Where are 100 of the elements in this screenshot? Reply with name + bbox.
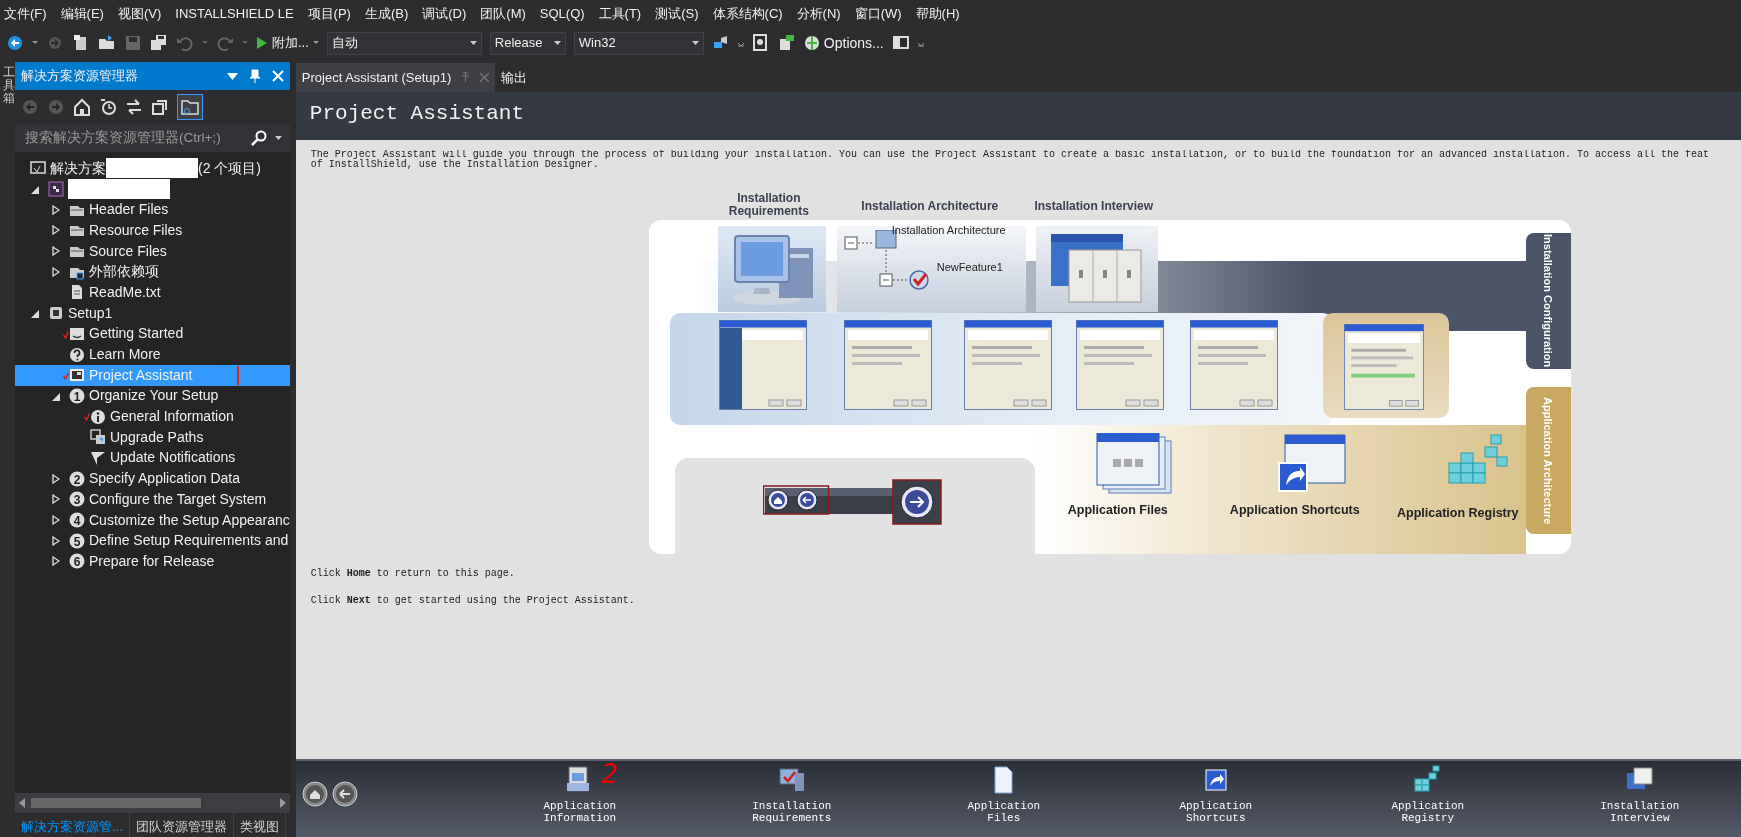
attach-button[interactable]: 附加...	[256, 33, 319, 53]
sync-icon[interactable]	[125, 98, 143, 116]
expanded-arrow-icon[interactable]	[30, 184, 39, 195]
menu-item[interactable]: 编辑(E)	[56, 0, 114, 26]
collapse-icon[interactable]	[151, 98, 169, 116]
navigation-item[interactable]: Installation Requirements	[701, 761, 882, 824]
redo-icon[interactable]	[216, 34, 234, 52]
configuration-dropdown[interactable]: 自动	[326, 31, 482, 55]
diagram-label[interactable]: Application Shortcuts	[1224, 501, 1365, 520]
stacked-windows-icon[interactable]	[1094, 433, 1175, 495]
tree-item[interactable]: 6 Prepare for Release	[15, 551, 290, 572]
menu-item[interactable]: 调试(D)	[418, 0, 477, 26]
caret-icon[interactable]	[274, 136, 282, 140]
back-button[interactable]	[331, 781, 358, 807]
caret-icon	[553, 41, 561, 45]
tree-label: ReadMe.txt	[89, 282, 161, 302]
side-tab[interactable]: Installation Configuration	[1525, 233, 1571, 369]
save-icon[interactable]	[124, 34, 142, 52]
platform-dropdown[interactable]: Win32	[573, 31, 704, 55]
tree-item[interactable]: 2 Specify Application Data	[15, 468, 290, 489]
menu-item[interactable]: 团队(M)	[476, 0, 536, 26]
tree-label: Upgrade Paths	[110, 427, 204, 447]
navigation-item[interactable]: Application Shortcuts	[1125, 761, 1306, 824]
tree-item[interactable]: ReadMe.txt	[15, 282, 290, 303]
tree-item[interactable]: Setup1	[15, 302, 290, 324]
scroll-left-icon[interactable]	[19, 798, 25, 808]
menu-item[interactable]: 窗口(W)	[850, 0, 912, 26]
open-folder-icon[interactable]	[98, 34, 116, 52]
toolbox-tab[interactable]: 工具箱	[3, 66, 15, 106]
scrollbar-thumb[interactable]	[31, 798, 201, 808]
collapsed-arrow-icon[interactable]	[51, 473, 60, 484]
node-label: NewFeature1	[936, 260, 1003, 275]
tree-item[interactable]: Update Notifications	[15, 447, 290, 469]
document-tab[interactable]: 输出	[495, 62, 534, 92]
menu-item[interactable]: 体系结构(C)	[708, 0, 793, 26]
panel-tab[interactable]: 解决方案资源管...	[15, 813, 130, 837]
search-icon[interactable]	[250, 130, 267, 146]
tree-item[interactable]: Source Files	[15, 240, 290, 262]
navigation-item[interactable]: Installation Interview	[1549, 761, 1730, 824]
tree-label: Define Setup Requirements and	[89, 531, 289, 551]
history-icon[interactable]	[99, 98, 117, 116]
build-dropdown[interactable]: Release	[489, 31, 566, 55]
collapsed-arrow-icon[interactable]	[51, 535, 60, 546]
navigation-item[interactable]: Application Information 2	[489, 761, 670, 824]
menu-item[interactable]: 帮助(H)	[911, 0, 970, 26]
save-all-icon[interactable]	[150, 34, 168, 52]
collapsed-arrow-icon[interactable]	[51, 556, 60, 567]
collapsed-arrow-icon[interactable]	[51, 266, 60, 277]
tree-item[interactable]: 1 Organize Your Setup	[15, 385, 290, 407]
menu-item[interactable]: 项目(P)	[303, 0, 361, 26]
collapsed-arrow-icon[interactable]	[51, 225, 60, 236]
window-icon	[69, 367, 85, 384]
scroll-right-icon[interactable]	[279, 798, 286, 808]
tree-item[interactable]: Getting Started	[15, 323, 290, 345]
collapsed-arrow-icon[interactable]	[51, 515, 60, 526]
tree-item[interactable]: Header Files	[15, 199, 290, 221]
tree-item[interactable]: Learn More	[15, 344, 290, 365]
menu-item[interactable]: 分析(N)	[792, 0, 851, 26]
flag-icon[interactable]	[777, 34, 796, 52]
search-field[interactable]: 搜索解决方案资源管理器(Ctrl+;)	[15, 124, 290, 152]
caret-icon	[691, 41, 699, 45]
toggle-view-button[interactable]	[177, 94, 203, 120]
menu-item[interactable]: 视图(V)	[113, 0, 172, 26]
diagram-label[interactable]: Application Registry	[1387, 504, 1528, 523]
options-button[interactable]: Options...	[803, 32, 884, 54]
tree-item[interactable]: Upgrade Paths	[15, 426, 290, 448]
collapsed-arrow-icon[interactable]	[51, 246, 60, 257]
menu-item[interactable]: 文件(F)	[0, 0, 57, 26]
diagram-label[interactable]: Application Files	[1047, 501, 1188, 520]
menu-item[interactable]: 测试(S)	[651, 0, 709, 26]
document-search-icon[interactable]	[751, 34, 770, 52]
menu-item[interactable]: SQL(Q)	[535, 0, 595, 26]
home-button[interactable]	[301, 781, 328, 807]
tree-item[interactable]: 外部依赖项	[15, 261, 290, 283]
undo-icon[interactable]	[176, 34, 194, 52]
dropdown-icon[interactable]	[226, 72, 238, 80]
menu-item[interactable]: 生成(B)	[360, 0, 419, 26]
expanded-arrow-icon[interactable]	[30, 308, 39, 319]
back-icon[interactable]	[6, 34, 24, 52]
tree-item[interactable]: 5 Define Setup Requirements and	[15, 530, 290, 552]
tree-label: Getting Started	[89, 324, 184, 344]
collapsed-arrow-icon[interactable]	[51, 494, 60, 505]
panel-title: 解决方案资源管理器	[21, 67, 139, 86]
home-icon[interactable]	[73, 98, 91, 116]
panel-tab[interactable]: 类视图	[233, 813, 286, 837]
tree-label: Organize Your Setup	[89, 386, 219, 406]
tree-label: General Information	[110, 407, 234, 427]
tree-label: Header Files	[89, 200, 169, 220]
tree-item[interactable]: General Information	[15, 406, 290, 427]
menu-item[interactable]: 工具(T)	[594, 0, 652, 26]
tree-item[interactable]: Resource Files	[15, 220, 290, 241]
navigation-item[interactable]: Application Registry	[1337, 761, 1518, 824]
navigation-item[interactable]: Application Files	[913, 761, 1094, 824]
tree-item[interactable]: 4 Customize the Setup Appearanc	[15, 509, 290, 531]
tree-item[interactable]: 3 Configure the Target System	[15, 489, 290, 510]
panel-tab[interactable]: 团队资源管理器	[129, 813, 234, 837]
menu-item[interactable]: INSTALLSHIELD LE	[171, 0, 304, 26]
collapsed-arrow-icon[interactable]	[51, 204, 60, 215]
tree-item[interactable]: 解决方案 (2 个项目)	[15, 158, 290, 179]
column-label: Installation Interview	[1033, 200, 1155, 213]
